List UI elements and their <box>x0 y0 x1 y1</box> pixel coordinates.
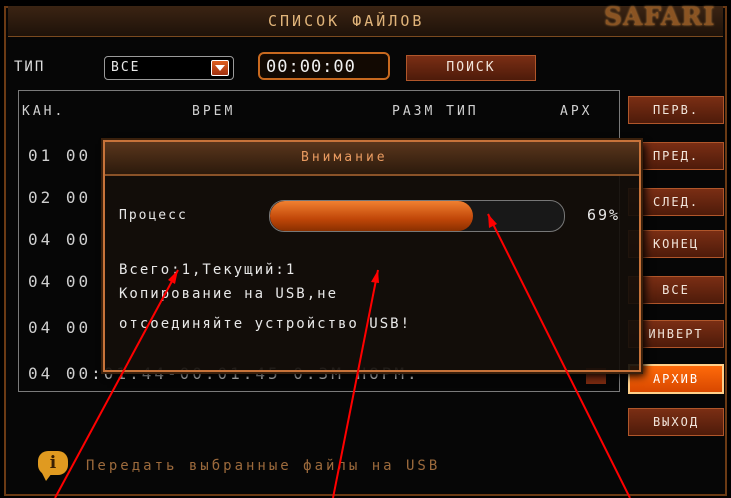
annotation-arrow <box>487 213 631 498</box>
arrowhead-icon <box>488 214 497 228</box>
arrowhead-icon <box>371 270 379 283</box>
arrowhead-icon <box>168 270 178 284</box>
annotation-arrow <box>54 269 179 498</box>
annotation-arrow <box>332 269 379 498</box>
annotation-arrows <box>54 213 631 498</box>
